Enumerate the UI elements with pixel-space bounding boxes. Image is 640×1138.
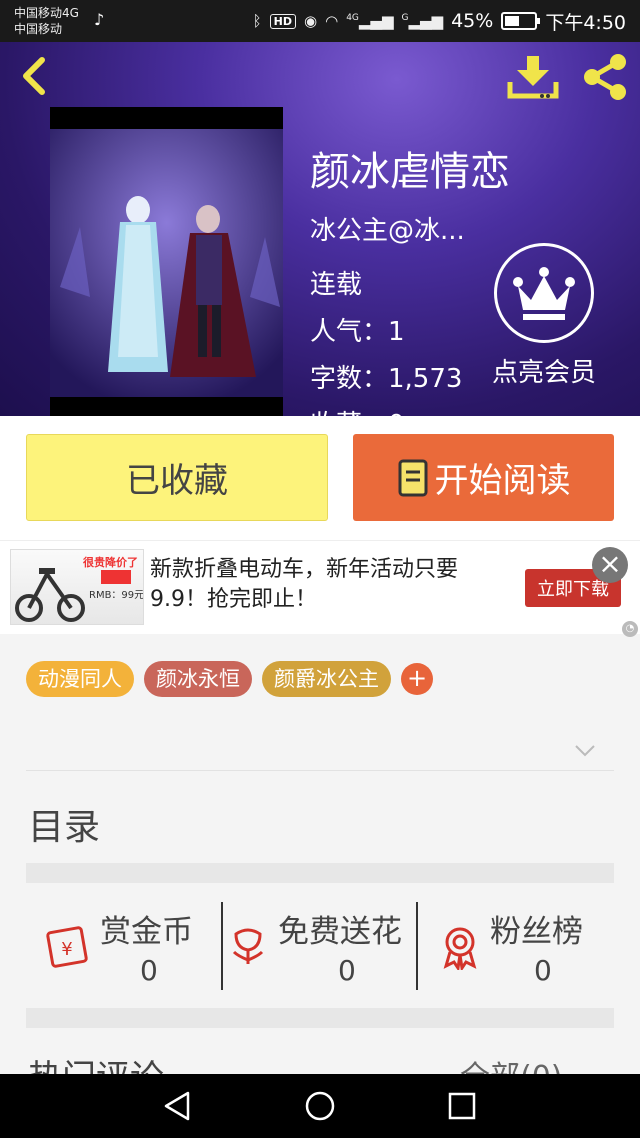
table-of-contents[interactable]: 目录 — [28, 798, 100, 850]
tag-list: 动漫同人 颜冰永恒 颜爵冰公主 + — [26, 661, 433, 697]
fan-ranking[interactable]: 粉丝榜 0 — [432, 900, 612, 992]
carrier-primary: 中国移动4G — [14, 6, 79, 20]
collected-button[interactable]: 已收藏 — [26, 434, 328, 521]
tag-pill[interactable]: 颜冰永恒 — [144, 661, 252, 697]
tiktok-icon: ♪ — [94, 10, 105, 29]
ad-banner[interactable]: 很贵降价了 RMB：99元 新款折叠电动车，新年活动只要9.9！抢完即止！ 立即… — [0, 540, 640, 637]
tag-pill[interactable]: 动漫同人 — [26, 661, 134, 697]
reward-coins-value: 0 — [140, 954, 158, 987]
word-count: 字数：1,573 — [310, 364, 463, 394]
ad-image[interactable]: 很贵降价了 RMB：99元 — [10, 549, 144, 625]
signal-icon-primary: 4G▂▄▆ — [346, 12, 394, 30]
start-reading-button[interactable]: 开始阅读 — [353, 434, 614, 521]
svg-text:¥: ¥ — [61, 939, 72, 960]
back-icon[interactable] — [14, 54, 58, 98]
book-author[interactable]: 冰公主@冰... — [310, 210, 465, 247]
ad-image-price: RMB：99元 — [89, 590, 144, 601]
divider — [26, 770, 614, 771]
nav-back-icon[interactable] — [162, 1090, 194, 1122]
hd-badge: HD — [269, 13, 296, 29]
divider — [416, 902, 418, 990]
download-icon[interactable] — [506, 52, 560, 102]
action-buttons: 已收藏 开始阅读 — [0, 416, 640, 540]
bluetooth-icon: ᛒ — [252, 12, 262, 30]
close-icon[interactable]: × — [592, 547, 628, 583]
reward-coins[interactable]: ¥ 赏金币 0 — [40, 900, 220, 992]
book-title: 颜冰虐情恋 — [310, 149, 510, 195]
share-icon[interactable] — [578, 50, 632, 104]
vip-label: 点亮会员 — [491, 358, 596, 388]
send-flowers-value: 0 — [338, 954, 356, 987]
vip-membership-button[interactable]: 点亮会员 — [484, 238, 604, 388]
start-reading-label: 开始阅读 — [434, 461, 571, 501]
nav-recent-apps-icon[interactable] — [446, 1090, 478, 1122]
tag-pill[interactable]: 颜爵冰公主 — [262, 661, 391, 697]
add-tag-button[interactable]: + — [401, 663, 433, 695]
nav-home-icon[interactable] — [304, 1090, 336, 1122]
favorites-count: 收藏：0 — [310, 404, 405, 416]
popularity-count: 人气：1 — [310, 317, 405, 347]
ad-image-tag: 很贵降价了 — [83, 556, 138, 569]
collected-label: 已收藏 — [126, 461, 228, 501]
chevron-down-icon[interactable] — [574, 744, 596, 758]
book-cover[interactable] — [50, 107, 283, 416]
ad-text[interactable]: 新款折叠电动车，新年活动只要9.9！抢完即止！ — [150, 555, 500, 615]
carrier-info: 中国移动4G 中国移动 — [14, 5, 79, 37]
carrier-secondary: 中国移动 — [14, 22, 63, 36]
crown-icon — [494, 243, 594, 343]
ad-marker-icon: ◔ — [622, 621, 638, 637]
medal-icon — [443, 927, 477, 970]
fan-ranking-value: 0 — [534, 954, 552, 987]
send-flowers[interactable]: 免费送花 0 — [226, 900, 416, 992]
divider — [221, 902, 223, 990]
system-nav-bar — [0, 1074, 640, 1138]
book-header: 颜冰虐情恋 冰公主@冰... 连载 人气：1 字数：1,573 收藏：0 点亮会… — [0, 42, 640, 416]
serial-status: 连载 — [310, 270, 363, 300]
battery-percent: 45% — [451, 10, 494, 32]
battery-icon — [501, 12, 541, 30]
clock: 下午4:50 — [545, 11, 626, 34]
status-bar: 中国移动4G 中国移动 ♪ ᛒ HD ◉ ◠ 4G▂▄▆ G▂▄▆ 45% 下午… — [0, 0, 640, 42]
wifi-icon: ◠ — [325, 12, 339, 30]
send-flowers-label: 免费送花 — [278, 914, 402, 950]
reward-coins-label: 赏金币 — [100, 914, 193, 950]
section-spacer — [26, 863, 614, 883]
flower-icon — [232, 928, 264, 964]
eye-icon: ◉ — [304, 12, 318, 30]
signal-icon-secondary: G▂▄▆ — [401, 12, 444, 30]
fan-ranking-label: 粉丝榜 — [490, 914, 583, 950]
status-icons: ᛒ HD ◉ ◠ 4G▂▄▆ G▂▄▆ 45% 下午4:50 — [253, 8, 626, 34]
book-icon — [398, 459, 427, 496]
section-spacer — [26, 1008, 614, 1028]
red-envelope-icon: ¥ — [46, 926, 88, 968]
